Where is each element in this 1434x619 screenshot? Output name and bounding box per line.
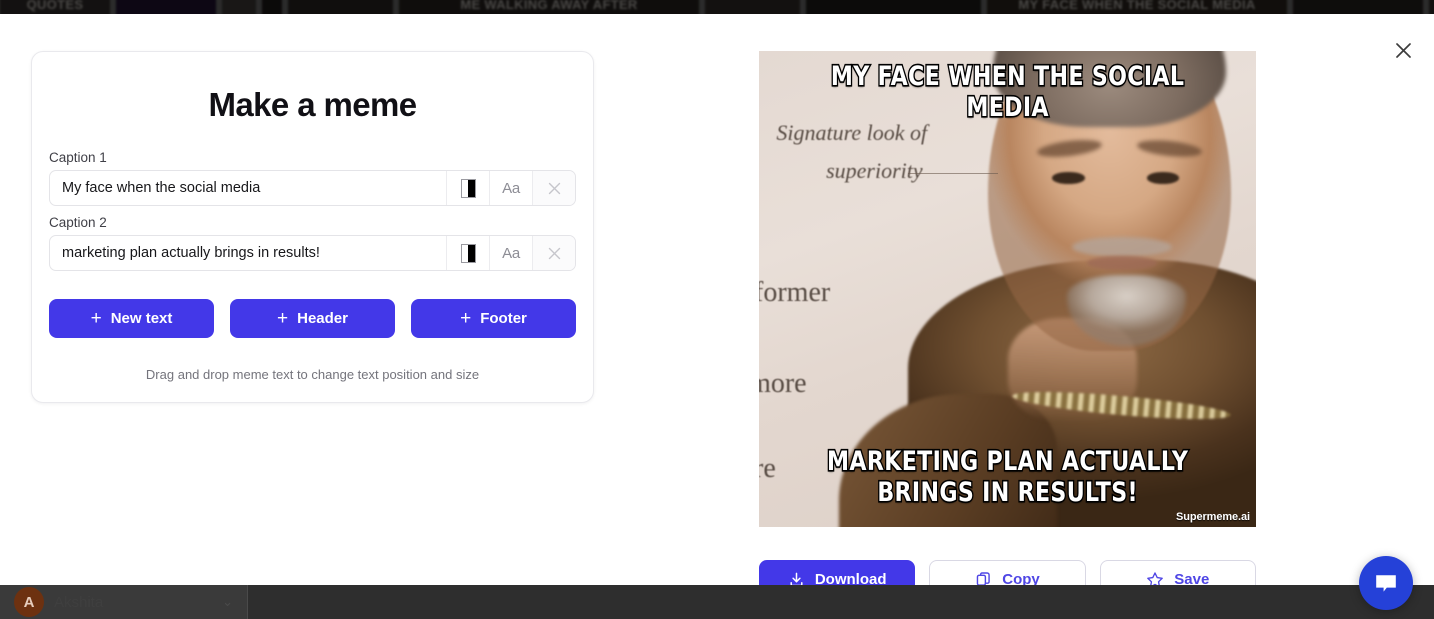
source-image-word-1: former <box>759 277 831 309</box>
add-header-label: Header <box>297 310 348 327</box>
chevron-down-icon: ⌄ <box>222 594 233 609</box>
account-menu[interactable]: A Akshita ⌄ <box>0 585 247 619</box>
meme-header-text[interactable]: My face when the social media <box>820 59 1195 124</box>
close-icon <box>548 182 560 194</box>
caption-block: Caption 2 Aa <box>49 215 576 271</box>
caption-1-input[interactable] <box>50 171 446 205</box>
caption-2-color-button[interactable] <box>446 236 489 270</box>
add-footer-label: Footer <box>480 310 527 327</box>
source-image-caption-line-1: Signature look of <box>776 120 928 146</box>
chat-bubble-icon <box>1376 575 1396 592</box>
font-aa-icon: Aa <box>502 244 520 262</box>
meme-image-eye <box>1052 172 1086 184</box>
add-text-button-group: + New text + Header + Footer <box>49 299 576 338</box>
plus-icon: + <box>460 307 472 329</box>
meme-footer-text[interactable]: marketing plan actually brings in result… <box>820 444 1195 509</box>
add-footer-button[interactable]: + Footer <box>411 299 576 338</box>
caption-1-color-button[interactable] <box>446 171 489 205</box>
caption-block: Caption 1 Aa <box>49 150 576 206</box>
caption-2-input[interactable] <box>50 236 446 270</box>
caption-2-remove-button[interactable] <box>532 236 575 270</box>
close-icon <box>1395 42 1411 58</box>
add-new-text-button[interactable]: + New text <box>49 299 214 338</box>
add-header-button[interactable]: + Header <box>230 299 395 338</box>
source-image-word-3: re <box>759 453 776 485</box>
caption-1-font-button[interactable]: Aa <box>489 171 532 205</box>
plus-icon: + <box>277 307 289 329</box>
close-modal-button[interactable] <box>1388 35 1418 65</box>
meme-image-mouth <box>1087 255 1157 270</box>
caption-input-row: Aa <box>49 235 576 271</box>
bottom-strip <box>247 585 1434 619</box>
account-name: Akshita <box>54 593 104 611</box>
color-swatch-icon <box>460 243 476 263</box>
caption-label: Caption 1 <box>49 150 107 165</box>
close-icon <box>548 247 560 259</box>
meme-editor-modal: Make a meme Caption 1 Aa <box>0 14 1434 599</box>
caption-2-font-button[interactable]: Aa <box>489 236 532 270</box>
caption-label: Caption 2 <box>49 215 107 230</box>
meme-preview-column: Signature look of superiority former mor… <box>759 51 1256 599</box>
add-new-text-label: New text <box>110 310 173 327</box>
caption-input-row: Aa <box>49 170 576 206</box>
font-aa-icon: Aa <box>502 179 520 197</box>
page-title: Make a meme <box>208 86 417 123</box>
color-swatch-icon <box>460 178 476 198</box>
meme-image-eye <box>1146 172 1180 184</box>
source-image-word-2: more <box>759 367 807 399</box>
meme-image-moustache <box>1072 236 1172 257</box>
meme-preview-canvas[interactable]: Signature look of superiority former mor… <box>759 51 1256 527</box>
meme-editor-card: Make a meme Caption 1 Aa <box>31 51 594 403</box>
drag-drop-hint: Drag and drop meme text to change text p… <box>145 367 480 382</box>
chat-launcher-button[interactable] <box>1359 556 1413 610</box>
source-image-rule <box>908 172 998 174</box>
avatar: A <box>14 587 44 617</box>
source-image-caption-line-2: superiority <box>826 158 923 184</box>
plus-icon: + <box>90 307 102 329</box>
caption-1-remove-button[interactable] <box>532 171 575 205</box>
watermark: Supermeme.ai <box>1175 511 1250 523</box>
